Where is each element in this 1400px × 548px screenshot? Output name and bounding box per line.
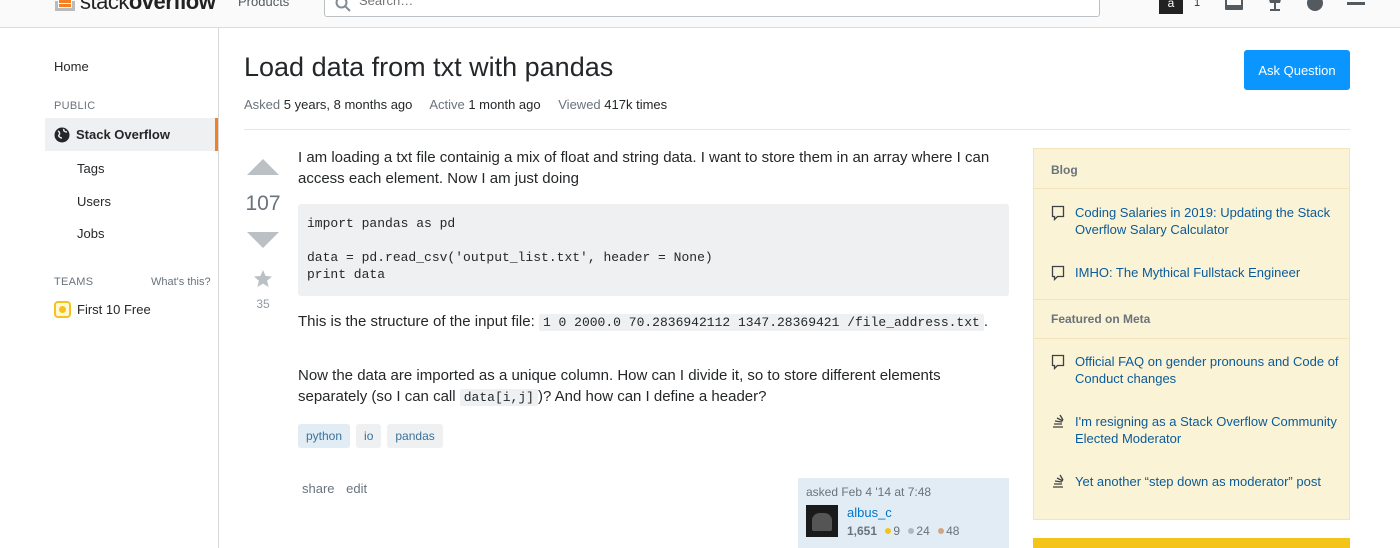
widget-divider [1034, 338, 1349, 339]
asked-timestamp: asked Feb 4 '14 at 7:48 [806, 485, 932, 499]
asked-label: Asked [244, 97, 281, 112]
meta-item[interactable]: Official FAQ on gender pronouns and Code… [1051, 353, 1341, 387]
header-divider [244, 129, 1350, 130]
meta-item[interactable]: I'm resigning as a Stack Overflow Commun… [1051, 413, 1341, 447]
stackoverflow-logo-icon [54, 0, 76, 13]
search-box[interactable] [324, 0, 1100, 17]
favorite-count: 35 [256, 297, 270, 311]
body-paragraph: I am loading a txt file containig a mix … [298, 149, 990, 187]
stackoverflow-logo[interactable]: stackoverflow [54, 0, 216, 16]
widget-divider [1034, 188, 1349, 189]
sidebar-item-first-10-free[interactable]: First 10 Free [54, 301, 151, 318]
tag-python[interactable]: python [298, 424, 351, 448]
silver-badge-icon [908, 528, 915, 534]
user-stats: 1,651 9 24 48 [847, 524, 959, 538]
search-input[interactable] [359, 0, 1059, 8]
sidebar-item-stack-overflow[interactable]: Stack Overflow [45, 118, 218, 151]
logo-text: stackoverflow [80, 0, 216, 14]
upvote-arrow-icon[interactable] [246, 158, 280, 176]
body-paragraph: Now the data are imported as a unique co… [298, 367, 941, 406]
blog-heading: Blog [1051, 163, 1078, 177]
next-widget-edge [1033, 538, 1350, 548]
user-reputation: 1,651 [847, 524, 878, 538]
sidebar-item-label: Stack Overflow [76, 127, 170, 142]
question-meta: Asked 5 years, 8 months ago Active 1 mon… [244, 97, 667, 112]
stack-exchange-icon [1053, 414, 1064, 428]
inbox-icon[interactable] [1224, 0, 1246, 14]
products-menu[interactable]: Products [238, 0, 289, 9]
share-link[interactable]: share [302, 481, 335, 496]
tag-io[interactable]: io [356, 424, 382, 448]
featured-meta-heading: Featured on Meta [1051, 312, 1151, 326]
sidebar-item-users[interactable]: Users [77, 194, 111, 209]
sidebar-item-label: First 10 Free [77, 302, 151, 317]
inline-code: 1 0 2000.0 70.2836942112 1347.28369421 /… [538, 314, 984, 331]
silver-badge-count: 24 [916, 524, 930, 538]
blog-meta-widget: Blog Coding Salaries in 2019: Updating t… [1033, 148, 1350, 520]
edit-link[interactable]: edit [346, 481, 367, 496]
downvote-arrow-icon[interactable] [246, 231, 280, 249]
globe-icon [54, 127, 70, 142]
left-sidebar: Home PUBLIC Stack Overflow Tags Users Jo… [0, 28, 219, 548]
sidebar-section-teams: TEAMS [54, 276, 94, 288]
question-title[interactable]: Load data from txt with pandas [244, 52, 613, 83]
code-block: import pandas as pd data = pd.read_csv('… [298, 204, 1009, 296]
search-icon [335, 0, 351, 12]
bronze-badge-count: 48 [946, 524, 960, 538]
user-card: asked Feb 4 '14 at 7:48 albus_c 1,651 9 … [798, 478, 1009, 548]
question-body: I am loading a txt file containig a mix … [298, 148, 1010, 189]
sidebar-item-home[interactable]: Home [54, 59, 89, 74]
post-actions: share edit [302, 481, 375, 496]
blog-item[interactable]: Coding Salaries in 2019: Updating the St… [1051, 204, 1341, 238]
achievements-icon[interactable] [1265, 0, 1287, 14]
viewed-value: 417k times [604, 97, 668, 112]
reputation-count: 1 [1194, 0, 1201, 9]
vote-count: 107 [245, 192, 281, 215]
sidebar-item-jobs[interactable]: Jobs [77, 226, 104, 241]
tag-pandas[interactable]: pandas [387, 424, 443, 448]
sidebar-section-public: PUBLIC [54, 100, 96, 112]
body-paragraph: This is the structure of the input file:… [298, 313, 988, 331]
widget-divider [1034, 299, 1349, 300]
speech-bubble-icon [1051, 205, 1065, 221]
teams-icon [54, 301, 71, 318]
ask-question-button[interactable]: Ask Question [1244, 50, 1350, 90]
avatar[interactable] [806, 505, 838, 537]
help-icon[interactable] [1305, 0, 1327, 14]
tag-list: python io pandas [298, 424, 443, 448]
gold-badge-icon [885, 528, 892, 534]
stack-exchange-icon [1053, 474, 1064, 488]
inline-code: data[i,j] [459, 388, 538, 406]
user-name-link[interactable]: albus_c [847, 505, 959, 521]
asked-value: 5 years, 8 months ago [283, 97, 413, 112]
meta-item[interactable]: Yet another “step down as moderator” pos… [1051, 473, 1341, 490]
active-label: Active [429, 97, 465, 112]
speech-bubble-icon [1051, 265, 1065, 281]
user-avatar[interactable]: a [1159, 0, 1183, 14]
viewed-label: Viewed [558, 97, 601, 112]
blog-item[interactable]: IMHO: The Mythical Fullstack Engineer [1051, 264, 1341, 281]
site-switcher-icon[interactable] [1346, 0, 1368, 14]
active-value[interactable]: 1 month ago [468, 97, 540, 112]
sidebar-item-tags[interactable]: Tags [77, 161, 104, 176]
favorite-star-icon[interactable] [253, 269, 273, 289]
gold-badge-count: 9 [893, 524, 901, 538]
speech-bubble-icon [1051, 354, 1065, 370]
whats-this-link[interactable]: What's this? [151, 276, 211, 288]
bronze-badge-icon [938, 528, 945, 534]
top-bar: stackoverflow Products a 1 [0, 0, 1400, 28]
